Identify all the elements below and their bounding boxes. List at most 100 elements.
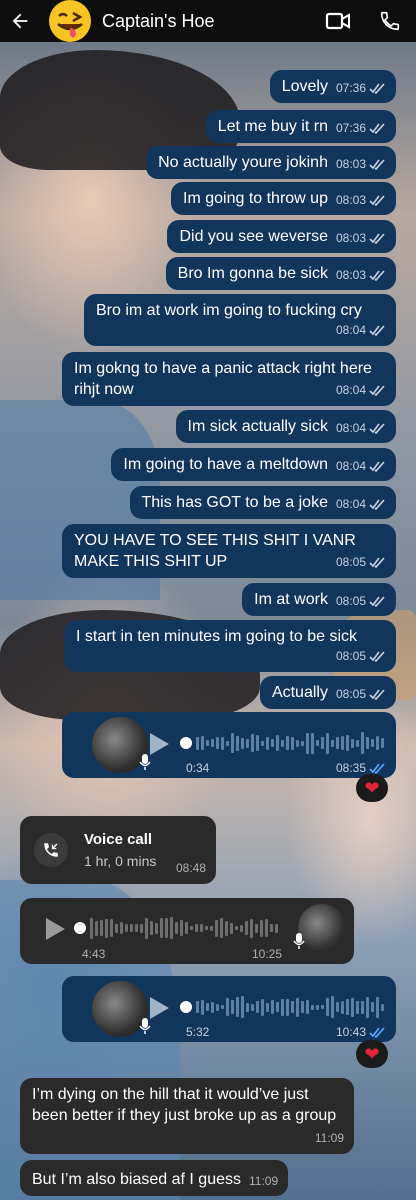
- voice-waveform[interactable]: [196, 995, 384, 1019]
- waveform-bar: [261, 998, 264, 1016]
- voice-message-outgoing[interactable]: 0:34 08:35: [62, 712, 396, 778]
- play-icon[interactable]: [144, 730, 172, 758]
- waveform-bar: [301, 740, 304, 746]
- video-call-icon[interactable]: [312, 0, 364, 42]
- waveform-bar: [316, 740, 319, 746]
- message-time: 08:05: [335, 649, 366, 663]
- mic-icon: [293, 933, 305, 949]
- message-bubble-outgoing[interactable]: Bro Im gonna be sick 08:03: [165, 257, 396, 290]
- read-ticks-icon: [369, 385, 385, 396]
- message-bubble-outgoing[interactable]: Actually 08:05: [259, 676, 396, 709]
- message-text: Actually: [271, 684, 328, 701]
- playback-scrubber[interactable]: [74, 922, 86, 934]
- back-arrow-icon[interactable]: [0, 0, 40, 42]
- message-text: Im gokng to have a panic attack right he…: [74, 360, 372, 398]
- voice-message-incoming[interactable]: 4:43 10:25: [20, 898, 354, 964]
- waveform-bar: [296, 739, 299, 747]
- waveform-bar: [265, 919, 268, 937]
- message-bubble-outgoing[interactable]: This has GOT to be a joke 08:04: [129, 486, 396, 519]
- message-bubble-outgoing[interactable]: Im sick actually sick 08:04: [175, 410, 396, 443]
- message-bubble-outgoing[interactable]: YOU HAVE TO SEE THIS SHIT I VANR MAKE TH…: [62, 524, 396, 578]
- read-ticks-icon: [369, 763, 385, 774]
- voice-call-bubble[interactable]: Voice call 1 hr, 0 mins 08:48: [20, 816, 216, 884]
- message-bubble-incoming[interactable]: I’m dying on the hill that it would’ve j…: [20, 1078, 354, 1154]
- waveform-bar: [195, 924, 198, 932]
- message-time: 08:04: [335, 421, 366, 435]
- waveform-bar: [196, 1001, 199, 1013]
- read-ticks-icon: [369, 325, 385, 336]
- play-icon[interactable]: [40, 915, 68, 943]
- waveform-bar: [286, 736, 289, 750]
- waveform-bar: [145, 917, 148, 939]
- waveform-bar: [246, 738, 249, 748]
- waveform-bar: [316, 1004, 319, 1010]
- waveform-bar: [245, 921, 248, 935]
- waveform-bar: [175, 922, 178, 934]
- voice-waveform[interactable]: [196, 731, 384, 755]
- waveform-bar: [376, 736, 379, 750]
- message-bubble-outgoing[interactable]: No actually youre jokinh 08:03: [146, 146, 396, 179]
- message-bubble-outgoing[interactable]: Im going to have a meltdown 08:04: [111, 448, 396, 481]
- waveform-bar: [225, 920, 228, 936]
- contact-avatar[interactable]: [48, 0, 92, 43]
- read-ticks-icon: [369, 557, 385, 568]
- waveform-bar: [230, 922, 233, 934]
- waveform-bar: [201, 999, 204, 1015]
- waveform-bar: [201, 736, 204, 750]
- playback-scrubber[interactable]: [180, 1001, 192, 1013]
- waveform-bar: [361, 1000, 364, 1014]
- sender-avatar: [92, 981, 151, 1037]
- waveform-bar: [326, 998, 329, 1016]
- waveform-bar: [281, 739, 284, 747]
- message-bubble-incoming[interactable]: But I’m also biased af I guess 11:09: [20, 1160, 289, 1196]
- waveform-bar: [356, 1000, 359, 1014]
- playback-scrubber[interactable]: [180, 737, 192, 749]
- phone-icon[interactable]: [364, 0, 416, 42]
- waveform-bar: [226, 740, 229, 746]
- waveform-bar: [361, 732, 364, 754]
- waveform-bar: [321, 737, 324, 749]
- play-icon[interactable]: [144, 994, 172, 1022]
- message-time: 08:05: [335, 555, 366, 569]
- contact-name[interactable]: Captain's Hoe: [102, 11, 312, 32]
- waveform-bar: [376, 996, 379, 1018]
- waveform-bar: [311, 1004, 314, 1010]
- message-text: Bro Im gonna be sick: [177, 265, 328, 282]
- waveform-bar: [381, 738, 384, 748]
- voice-message-outgoing[interactable]: 5:32 10:43: [62, 976, 396, 1042]
- voice-waveform[interactable]: [90, 916, 278, 940]
- message-bubble-outgoing[interactable]: Bro im at work im going to fucking cry 0…: [84, 294, 396, 346]
- heart-reaction[interactable]: ❤: [356, 1040, 388, 1068]
- waveform-bar: [286, 998, 289, 1016]
- waveform-bar: [331, 996, 334, 1018]
- waveform-bar: [331, 739, 334, 747]
- message-text: I start in ten minutes im going to be si…: [76, 628, 358, 645]
- waveform-bar: [216, 1003, 219, 1011]
- waveform-bar: [220, 918, 223, 938]
- read-ticks-icon: [369, 461, 385, 472]
- waveform-bar: [366, 737, 369, 749]
- message-bubble-outgoing[interactable]: Let me buy it rn 07:36: [205, 110, 396, 143]
- message-time: 08:03: [335, 231, 366, 245]
- waveform-bar: [241, 996, 244, 1018]
- message-bubble-outgoing[interactable]: Im going to throw up 08:03: [171, 182, 396, 215]
- call-duration: 1 hr, 0 mins: [84, 853, 157, 869]
- message-bubble-outgoing[interactable]: Im gokng to have a panic attack right he…: [62, 352, 396, 406]
- message-text: Im sick actually sick: [187, 418, 328, 435]
- message-bubble-outgoing[interactable]: I start in ten minutes im going to be si…: [64, 620, 396, 672]
- message-text: Im at work: [254, 591, 328, 608]
- voice-duration: 0:34: [186, 761, 210, 775]
- message-time: 08:04: [335, 323, 366, 337]
- message-bubble-outgoing[interactable]: Did you see weverse 08:03: [167, 220, 396, 253]
- message-bubble-outgoing[interactable]: Lovely 07:36: [269, 70, 396, 103]
- waveform-bar: [240, 924, 243, 932]
- heart-reaction[interactable]: ❤: [356, 774, 388, 802]
- waveform-bar: [266, 736, 269, 750]
- waveform-bar: [235, 926, 238, 930]
- message-bubble-outgoing[interactable]: Im at work 08:05: [242, 583, 396, 616]
- message-time: 07:36: [335, 121, 366, 135]
- waveform-bar: [281, 998, 284, 1016]
- message-time: 08:05: [335, 687, 366, 701]
- message-text: This has GOT to be a joke: [141, 494, 328, 511]
- read-ticks-icon: [369, 423, 385, 434]
